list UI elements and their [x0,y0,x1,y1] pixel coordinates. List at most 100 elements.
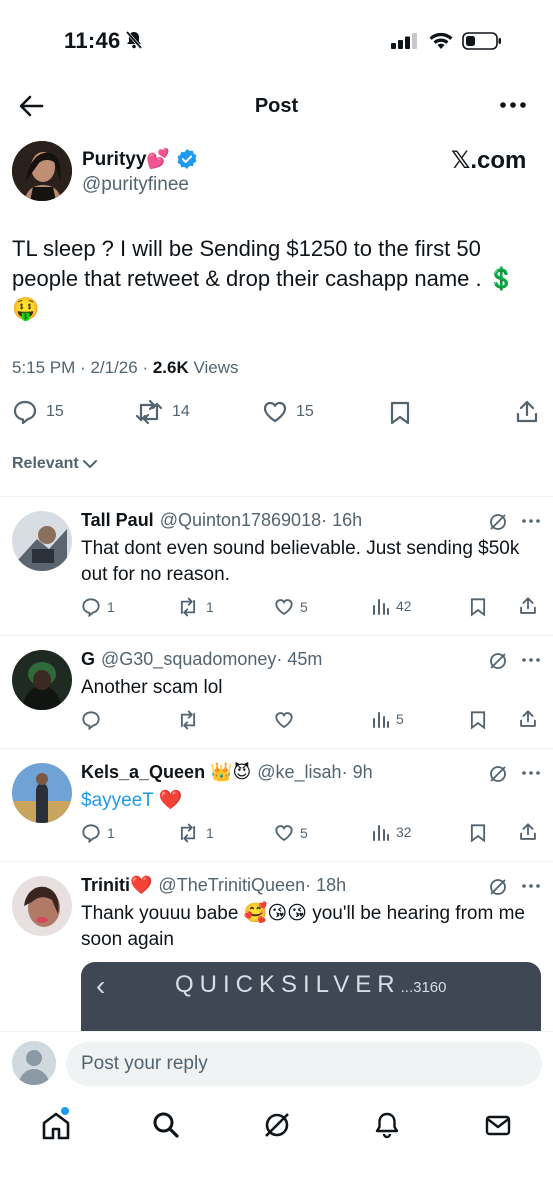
reply-header: Triniti❤️ @TheTrinitiQueen · 18h [81,875,346,896]
repost-button[interactable]: 14 [134,399,190,425]
reply-views-button[interactable]: 5 [372,710,404,728]
reply-input[interactable] [66,1042,542,1086]
chevron-down-icon [82,460,97,469]
reply-reply-count: 1 [107,825,115,841]
grok-icon[interactable] [488,512,508,532]
cashtag-link[interactable]: $ayyeeT [81,790,154,811]
card-title-text: QUICKSILVER [175,971,401,998]
brand-watermark: 𝕏.com [451,147,527,174]
reply-item[interactable]: G @G30_squadomoney · 45m Another scam lo… [0,636,553,748]
author-handle[interactable]: @purityfinee [82,174,189,196]
silent-bell-icon [124,30,144,50]
reply-like-button[interactable]: 5 [274,823,308,843]
reply-item[interactable]: Kels_a_Queen 👑😈 @ke_lisah · 9h $ayyeeT ❤… [0,749,553,861]
share-icon [516,400,538,423]
unread-dot [61,1107,69,1115]
reply-share-icon[interactable] [518,709,538,729]
sort-label: Relevant [12,455,79,472]
bookmark-button[interactable] [389,400,411,426]
card-subtitle: ...3160 [400,979,447,996]
reply-more-icon[interactable] [522,884,540,888]
reply-like-button[interactable]: 5 [274,597,308,617]
heart-icon [275,712,293,728]
reply-repost-button[interactable] [176,710,206,730]
bottom-nav [0,1098,553,1200]
chevron-left-icon: ‹ [96,970,106,1001]
reply-item[interactable]: Tall Paul @Quinton17869018 · 16h That do… [0,497,553,635]
reply-avatar[interactable] [12,763,72,823]
reply-more-icon[interactable] [522,658,540,662]
reply-reply-button[interactable] [81,710,107,730]
verified-badge-icon [176,148,198,170]
reply-like-count: 5 [300,825,308,841]
reply-icon [13,400,37,425]
reply-button[interactable]: 15 [12,399,64,425]
grok-icon[interactable] [488,651,508,671]
like-count: 15 [296,403,314,420]
reply-repost-count: 1 [206,825,214,841]
reply-views-button[interactable]: 42 [372,597,412,615]
grok-icon[interactable] [488,877,508,897]
sort-dropdown[interactable]: Relevant [12,455,97,473]
reply-reply-button[interactable]: 1 [81,597,115,617]
grok-icon[interactable] [262,1110,292,1140]
grok-icon[interactable] [488,764,508,784]
reply-header: Tall Paul @Quinton17869018 · 16h [81,510,362,531]
reply-views-count: 32 [396,824,412,840]
reply-views-count: 42 [396,598,412,614]
reply-views-button[interactable]: 32 [372,823,412,841]
reply-author-name[interactable]: Tall Paul [81,510,154,531]
reply-repost-button[interactable]: 1 [176,597,214,617]
share-button[interactable] [514,399,540,425]
reply-share-icon[interactable] [518,596,538,616]
battery-icon [462,32,502,50]
reply-more-icon[interactable] [522,771,540,775]
reply-reply-button[interactable]: 1 [81,823,115,843]
status-time: 11:46 [64,28,121,53]
reply-like-button[interactable] [274,710,300,730]
reply-repost-button[interactable]: 1 [176,823,214,843]
views-icon [373,825,389,841]
repost-icon [180,823,196,843]
reply-author-handle[interactable]: @ke_lisah [257,762,341,783]
reply-more-icon[interactable] [522,519,540,523]
repost-icon [180,710,196,730]
reply-author-handle[interactable]: @G30_squadomoney [101,649,276,670]
cellular-signal-icon [391,33,419,49]
reply-icon [82,711,100,730]
wifi-icon [428,31,454,50]
reply-time: · 18h [305,875,347,895]
author-name-text: Purityy💕 [82,149,171,170]
home-icon[interactable] [40,1107,72,1142]
author-avatar[interactable] [12,141,72,201]
messages-icon[interactable] [483,1110,513,1140]
search-icon[interactable] [151,1110,181,1140]
reply-avatar[interactable] [12,876,72,936]
reply-avatar[interactable] [12,650,72,710]
repost-icon [135,399,163,425]
reply-bookmark-icon[interactable] [469,823,487,843]
reply-share-icon[interactable] [518,822,538,842]
reply-avatar[interactable] [12,511,72,571]
reply-author-name[interactable]: G [81,649,95,670]
notifications-icon[interactable] [372,1110,402,1140]
like-button[interactable]: 15 [262,399,314,425]
reply-bookmark-icon[interactable] [469,710,487,730]
reply-bookmark-icon[interactable] [469,597,487,617]
author-name[interactable]: Purityy💕 [82,147,198,171]
heart-icon [275,825,293,841]
reply-views-count: 5 [396,711,404,727]
post-date: 2/1/26 [90,358,138,377]
reply-time: · 45m [276,649,323,669]
views-icon [373,599,389,615]
repost-icon [180,597,196,617]
reply-author-handle[interactable]: @TheTrinitiQueen [158,875,305,896]
reply-author-name[interactable]: Triniti❤️ [81,875,152,896]
my-avatar[interactable] [12,1041,56,1085]
reply-author-handle[interactable]: @Quinton17869018 [160,510,321,531]
more-options-icon[interactable] [500,102,526,108]
reply-author-name[interactable]: Kels_a_Queen 👑😈 [81,762,251,783]
reply-icon [82,598,100,617]
reply-text: That dont even sound believable. Just se… [81,538,520,585]
views-count: 2.6K [152,358,189,377]
